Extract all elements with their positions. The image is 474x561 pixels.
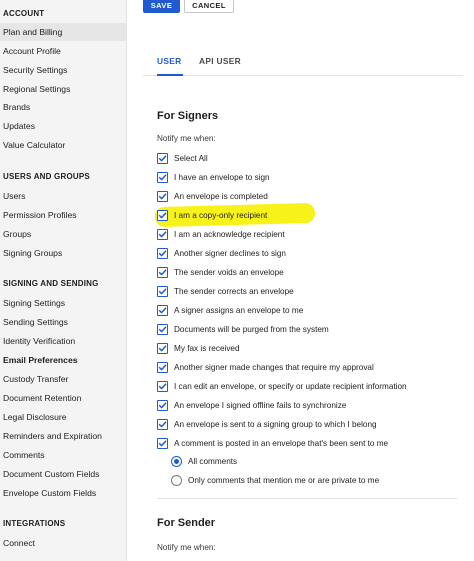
checkbox-checked-icon[interactable] (157, 229, 168, 240)
signer-option-label: I am an acknowledge recipient (174, 230, 285, 239)
sidebar-item-groups[interactable]: Groups (0, 225, 126, 243)
checkbox-checked-icon[interactable] (157, 248, 168, 259)
radio-all-comments-control[interactable] (171, 456, 182, 467)
sidebar-item-signing-groups[interactable]: Signing Groups (0, 244, 126, 262)
sidebar-item-security-settings[interactable]: Security Settings (0, 61, 126, 79)
checkbox-checked-icon[interactable] (157, 210, 168, 221)
sidebar-section-signing-and-sending: SIGNING AND SENDING (3, 279, 99, 288)
tab-api-user[interactable]: API USER (199, 56, 241, 66)
cancel-button[interactable]: CANCEL (184, 0, 234, 13)
checkbox-checked-icon[interactable] (157, 381, 168, 392)
sidebar-item-account-profile[interactable]: Account Profile (0, 42, 126, 60)
sidebar-item-identity-verification[interactable]: Identity Verification (0, 332, 126, 350)
sidebar-item-signing-settings[interactable]: Signing Settings (0, 294, 126, 312)
checkbox-checked-icon[interactable] (157, 438, 168, 449)
signer-option-label: A signer assigns an envelope to me (174, 306, 304, 315)
sidebar-item-value-calculator[interactable]: Value Calculator (0, 136, 126, 154)
sidebar-item-users[interactable]: Users (0, 187, 126, 205)
signer-option-label: The sender corrects an envelope (174, 287, 294, 296)
signer-option-label: My fax is received (174, 344, 240, 353)
signer-option-label: I can edit an envelope, or specify or up… (174, 382, 407, 391)
sidebar-item-permission-profiles[interactable]: Permission Profiles (0, 206, 126, 224)
signer-option-label: Documents will be purged from the system (174, 325, 329, 334)
sidebar-item-regional-settings[interactable]: Regional Settings (0, 80, 126, 98)
sidebar-item-legal-disclosure[interactable]: Legal Disclosure (0, 408, 126, 426)
sidebar-item-plan-and-billing[interactable]: Plan and Billing (0, 23, 126, 41)
settings-sidebar: ACCOUNT Plan and Billing Account Profile… (0, 0, 127, 561)
checkbox-checked-icon[interactable] (157, 172, 168, 183)
signer-option-label: An envelope I signed offline fails to sy… (174, 401, 347, 410)
signer-option-label: I am a copy-only recipient (174, 211, 268, 220)
sidebar-item-sending-settings[interactable]: Sending Settings (0, 313, 126, 331)
section-divider (157, 498, 457, 499)
for-sender-heading: For Sender (157, 517, 216, 529)
save-button[interactable]: SAVE (143, 0, 180, 13)
checkbox-checked-icon[interactable] (157, 267, 168, 278)
for-signers-heading: For Signers (157, 110, 219, 122)
signer-option-label: An envelope is completed (174, 192, 268, 201)
sidebar-section-integrations: INTEGRATIONS (3, 519, 66, 528)
sidebar-item-reminders-and-expiration[interactable]: Reminders and Expiration (0, 427, 126, 445)
radio-all-comments-label: All comments (188, 457, 238, 466)
sidebar-item-custody-transfer[interactable]: Custody Transfer (0, 370, 126, 388)
sender-notify-label: Notify me when: (157, 543, 216, 552)
checkbox-checked-icon[interactable] (157, 286, 168, 297)
sidebar-item-document-custom-fields[interactable]: Document Custom Fields (0, 465, 126, 483)
sidebar-item-connect[interactable]: Connect (0, 534, 126, 552)
signer-option-label: Select All (174, 154, 208, 163)
signer-option-label: The sender voids an envelope (174, 268, 284, 277)
tab-user[interactable]: USER (157, 56, 181, 66)
checkbox-checked-icon[interactable] (157, 362, 168, 373)
sidebar-section-users-and-groups: USERS AND GROUPS (3, 172, 90, 181)
checkbox-checked-icon[interactable] (157, 419, 168, 430)
email-preferences-panel: SAVE CANCEL USER API USER For Signers No… (127, 0, 474, 561)
sidebar-item-brands[interactable]: Brands (0, 98, 126, 116)
signers-notify-label: Notify me when: (157, 134, 216, 143)
signer-option-label: An envelope is sent to a signing group t… (174, 420, 377, 429)
radio-only-mentions-control[interactable] (171, 475, 182, 486)
checkbox-checked-icon[interactable] (157, 191, 168, 202)
checkbox-checked-icon[interactable] (157, 400, 168, 411)
checkbox-checked-icon[interactable] (157, 324, 168, 335)
sidebar-item-envelope-custom-fields[interactable]: Envelope Custom Fields (0, 484, 126, 502)
signer-option-label: I have an envelope to sign (174, 173, 270, 182)
signer-option-label: A comment is posted in an envelope that'… (174, 439, 389, 448)
radio-only-mentions-label: Only comments that mention me or are pri… (188, 476, 380, 485)
sidebar-item-document-retention[interactable]: Document Retention (0, 389, 126, 407)
signer-option-label: Another signer made changes that require… (174, 363, 374, 372)
sidebar-item-email-preferences[interactable]: Email Preferences (0, 351, 126, 369)
checkbox-checked-icon[interactable] (157, 343, 168, 354)
checkbox-checked-icon[interactable] (157, 305, 168, 316)
sidebar-section-account: ACCOUNT (3, 9, 45, 18)
sidebar-item-comments[interactable]: Comments (0, 446, 126, 464)
preference-tabs: USER API USER (143, 50, 463, 76)
active-tab-indicator (157, 74, 183, 76)
checkbox-checked-icon[interactable] (157, 153, 168, 164)
sidebar-item-updates[interactable]: Updates (0, 117, 126, 135)
signer-option-label: Another signer declines to sign (174, 249, 286, 258)
radio-selected-dot (174, 459, 179, 464)
